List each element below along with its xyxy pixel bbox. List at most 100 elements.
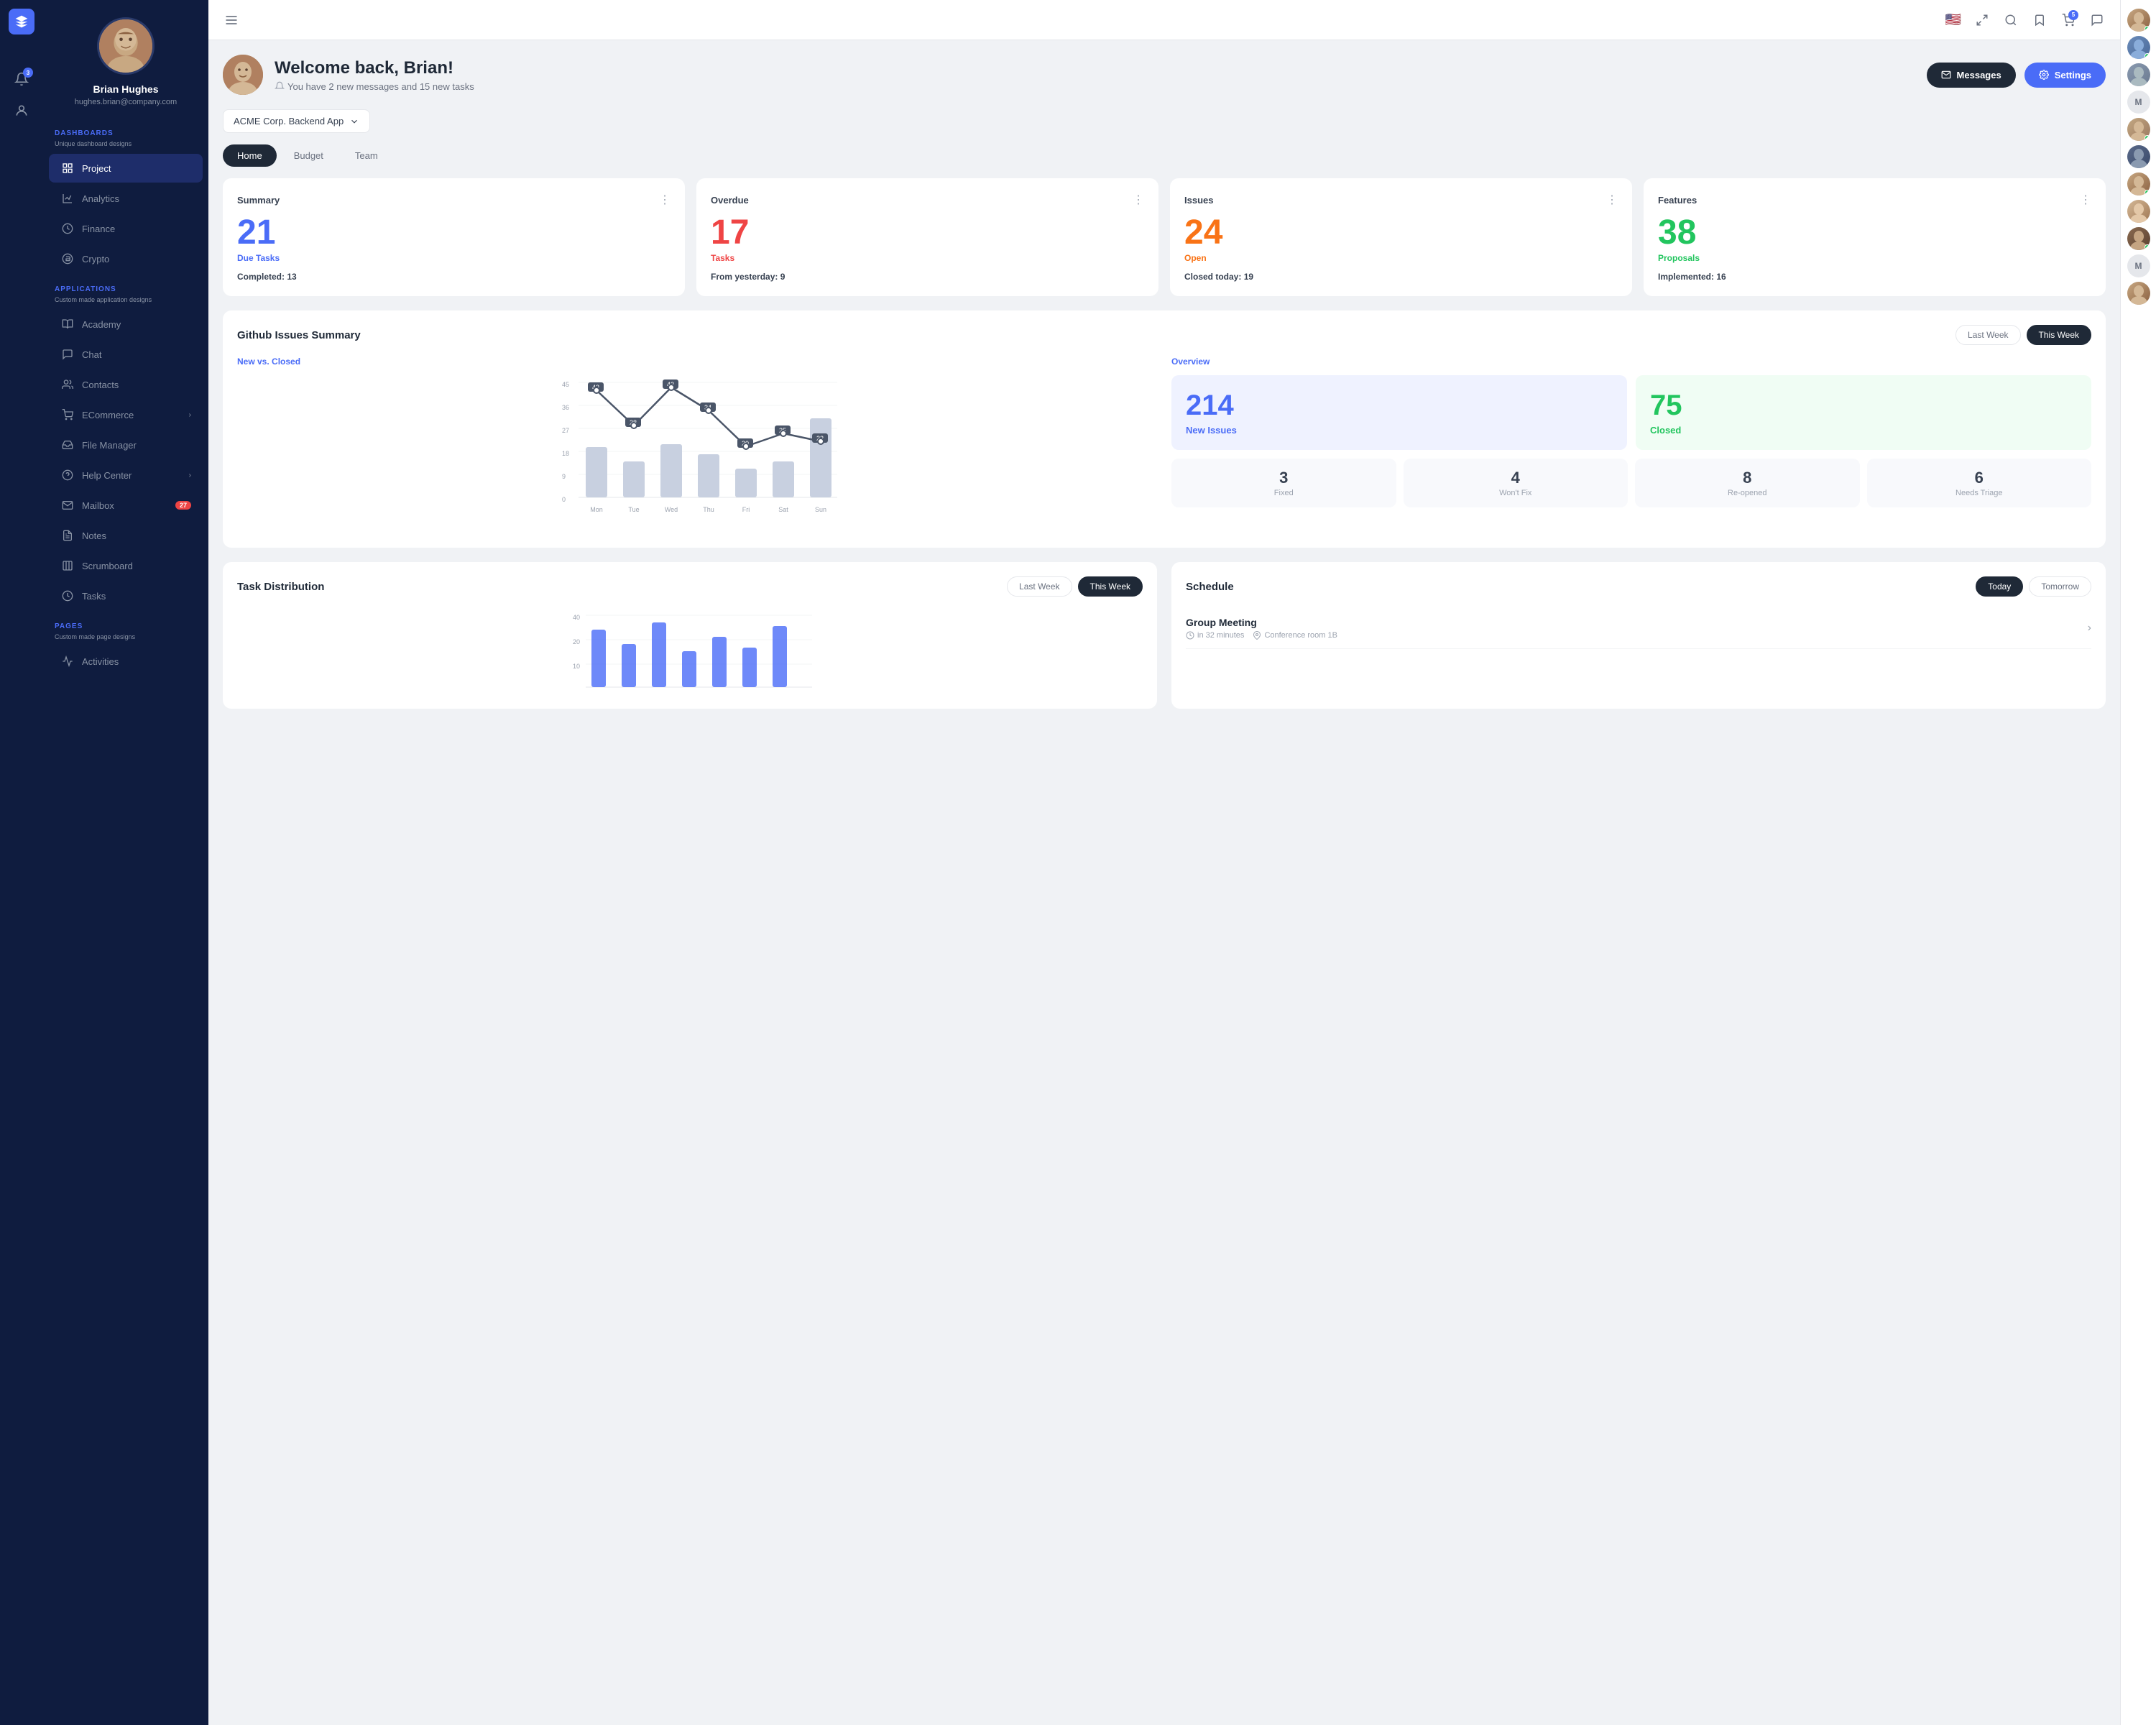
project-icon	[60, 161, 75, 175]
sidebar-item-analytics[interactable]: Analytics	[49, 184, 203, 213]
right-avatar-5[interactable]	[2127, 118, 2150, 141]
flag-icon[interactable]: 🇺🇸	[1945, 12, 1962, 29]
sidebar-item-academy[interactable]: Academy	[49, 310, 203, 339]
sidebar-item-scrumboard[interactable]: Scrumboard	[49, 551, 203, 580]
sidebar-item-project[interactable]: Project	[49, 154, 203, 183]
new-issues-number: 214	[1186, 390, 1613, 422]
svg-text:Mon: Mon	[590, 506, 603, 513]
schedule-time: in 32 minutes	[1186, 631, 1244, 640]
right-avatar-11[interactable]	[2127, 282, 2150, 305]
right-avatar-8[interactable]	[2127, 200, 2150, 223]
svg-text:10: 10	[573, 663, 580, 670]
tab-home[interactable]: Home	[223, 144, 277, 167]
right-avatar-1[interactable]	[2127, 9, 2150, 32]
sidebar-item-contacts-label: Contacts	[82, 380, 191, 390]
tab-team[interactable]: Team	[341, 144, 392, 167]
welcome-left: Welcome back, Brian! You have 2 new mess…	[223, 55, 474, 95]
task-this-week-btn[interactable]: This Week	[1078, 576, 1143, 597]
bookmark-button[interactable]	[2031, 12, 2048, 29]
svg-text:40: 40	[573, 614, 580, 621]
summary-card: Summary ⋮ 21 Due Tasks Completed: 13	[223, 178, 685, 296]
fullscreen-button[interactable]	[1973, 12, 1991, 29]
notification-button[interactable]: 3	[9, 66, 34, 92]
sidebar-item-mailbox[interactable]: Mailbox 27	[49, 491, 203, 520]
right-avatar-6[interactable]	[2127, 145, 2150, 168]
schedule-chevron-icon[interactable]: ›	[2088, 622, 2091, 635]
reopened-label: Re-opened	[1645, 489, 1850, 497]
messages-button[interactable]: Messages	[1927, 63, 2016, 88]
summary-card-menu[interactable]: ⋮	[659, 193, 671, 207]
dashboards-section-label: DASHBOARDS	[43, 118, 208, 140]
chart-subtitle: New vs. Closed	[237, 356, 1157, 367]
menu-button[interactable]	[223, 12, 240, 29]
wontfix-label: Won't Fix	[1414, 489, 1618, 497]
right-avatar-3[interactable]	[2127, 63, 2150, 86]
content-area: Welcome back, Brian! You have 2 new mess…	[208, 40, 2120, 1725]
github-last-week-btn[interactable]: Last Week	[1955, 325, 2020, 345]
issues-card-menu[interactable]: ⋮	[1606, 193, 1618, 207]
sidebar-profile: Brian Hughes hughes.brian@company.com	[43, 0, 208, 118]
right-avatar-9[interactable]	[2127, 227, 2150, 250]
schedule-tomorrow-btn[interactable]: Tomorrow	[2029, 576, 2091, 597]
messages-button[interactable]	[2088, 12, 2106, 29]
github-this-week-btn[interactable]: This Week	[2027, 325, 2091, 345]
chevron-down-icon	[349, 116, 359, 126]
welcome-heading: Welcome back, Brian!	[275, 58, 474, 78]
notification-badge: 3	[23, 68, 33, 78]
svg-text:Tue: Tue	[628, 506, 639, 513]
features-card: Features ⋮ 38 Proposals Implemented: 16	[1644, 178, 2106, 296]
svg-text:36: 36	[562, 404, 569, 411]
sidebar: Brian Hughes hughes.brian@company.com DA…	[43, 0, 208, 1725]
sidebar-item-ecommerce[interactable]: ECommerce ›	[49, 400, 203, 429]
summary-card-title: Summary	[237, 195, 280, 206]
right-avatar-4[interactable]: M	[2127, 91, 2150, 114]
schedule-meta: in 32 minutes Conference room 1B	[1186, 631, 1337, 640]
schedule-today-btn[interactable]: Today	[1976, 576, 2023, 597]
pages-section-label: PAGES	[43, 611, 208, 633]
right-avatar-2[interactable]	[2127, 36, 2150, 59]
ecommerce-chevron-icon: ›	[189, 411, 191, 419]
cart-button[interactable]: 5	[2060, 12, 2077, 29]
sidebar-item-tasks[interactable]: Tasks	[49, 581, 203, 610]
finance-icon	[60, 221, 75, 236]
sidebar-item-chat[interactable]: Chat	[49, 340, 203, 369]
user-menu-button[interactable]	[9, 98, 34, 124]
right-avatar-10[interactable]: M	[2127, 254, 2150, 277]
profile-name: Brian Hughes	[93, 83, 158, 95]
issues-card-title: Issues	[1184, 195, 1213, 206]
sidebar-item-contacts[interactable]: Contacts	[49, 370, 203, 399]
github-section-title: Github Issues Summary	[237, 329, 361, 341]
sidebar-item-helpcenter[interactable]: Help Center ›	[49, 461, 203, 489]
chart-container: 45 36 27 18 9 0	[237, 375, 1157, 533]
closed-number: 75	[1650, 390, 2077, 422]
applications-section-sub: Custom made application designs	[43, 296, 208, 309]
svg-text:45: 45	[562, 381, 569, 388]
right-avatar-7[interactable]	[2127, 172, 2150, 196]
task-last-week-btn[interactable]: Last Week	[1007, 576, 1072, 597]
welcome-avatar	[223, 55, 263, 95]
sidebar-item-notes[interactable]: Notes	[49, 521, 203, 550]
schedule-location: Conference room 1B	[1253, 631, 1337, 640]
features-card-menu[interactable]: ⋮	[2080, 193, 2091, 207]
top-header: 🇺🇸 5	[208, 0, 2120, 40]
notes-icon	[60, 528, 75, 543]
settings-button[interactable]: Settings	[2024, 63, 2106, 88]
ecommerce-icon	[60, 408, 75, 422]
dashboards-section-sub: Unique dashboard designs	[43, 140, 208, 153]
sidebar-item-crypto[interactable]: Crypto	[49, 244, 203, 273]
welcome-text: Welcome back, Brian! You have 2 new mess…	[275, 58, 474, 92]
helpcenter-chevron-icon: ›	[189, 472, 191, 479]
avatar-online-dot	[2145, 53, 2150, 59]
sidebar-item-activities[interactable]: Activities	[49, 647, 203, 676]
app-selector[interactable]: ACME Corp. Backend App	[223, 109, 370, 133]
svg-text:18: 18	[562, 450, 569, 457]
summary-label: Due Tasks	[237, 253, 671, 263]
search-button[interactable]	[2002, 12, 2019, 29]
sidebar-item-chat-label: Chat	[82, 349, 191, 360]
sidebar-item-finance-label: Finance	[82, 224, 191, 234]
sidebar-item-filemanager[interactable]: File Manager	[49, 431, 203, 459]
overdue-card-menu[interactable]: ⋮	[1133, 193, 1144, 207]
sidebar-item-finance[interactable]: Finance	[49, 214, 203, 243]
logo-icon[interactable]	[9, 9, 34, 34]
tab-budget[interactable]: Budget	[280, 144, 338, 167]
